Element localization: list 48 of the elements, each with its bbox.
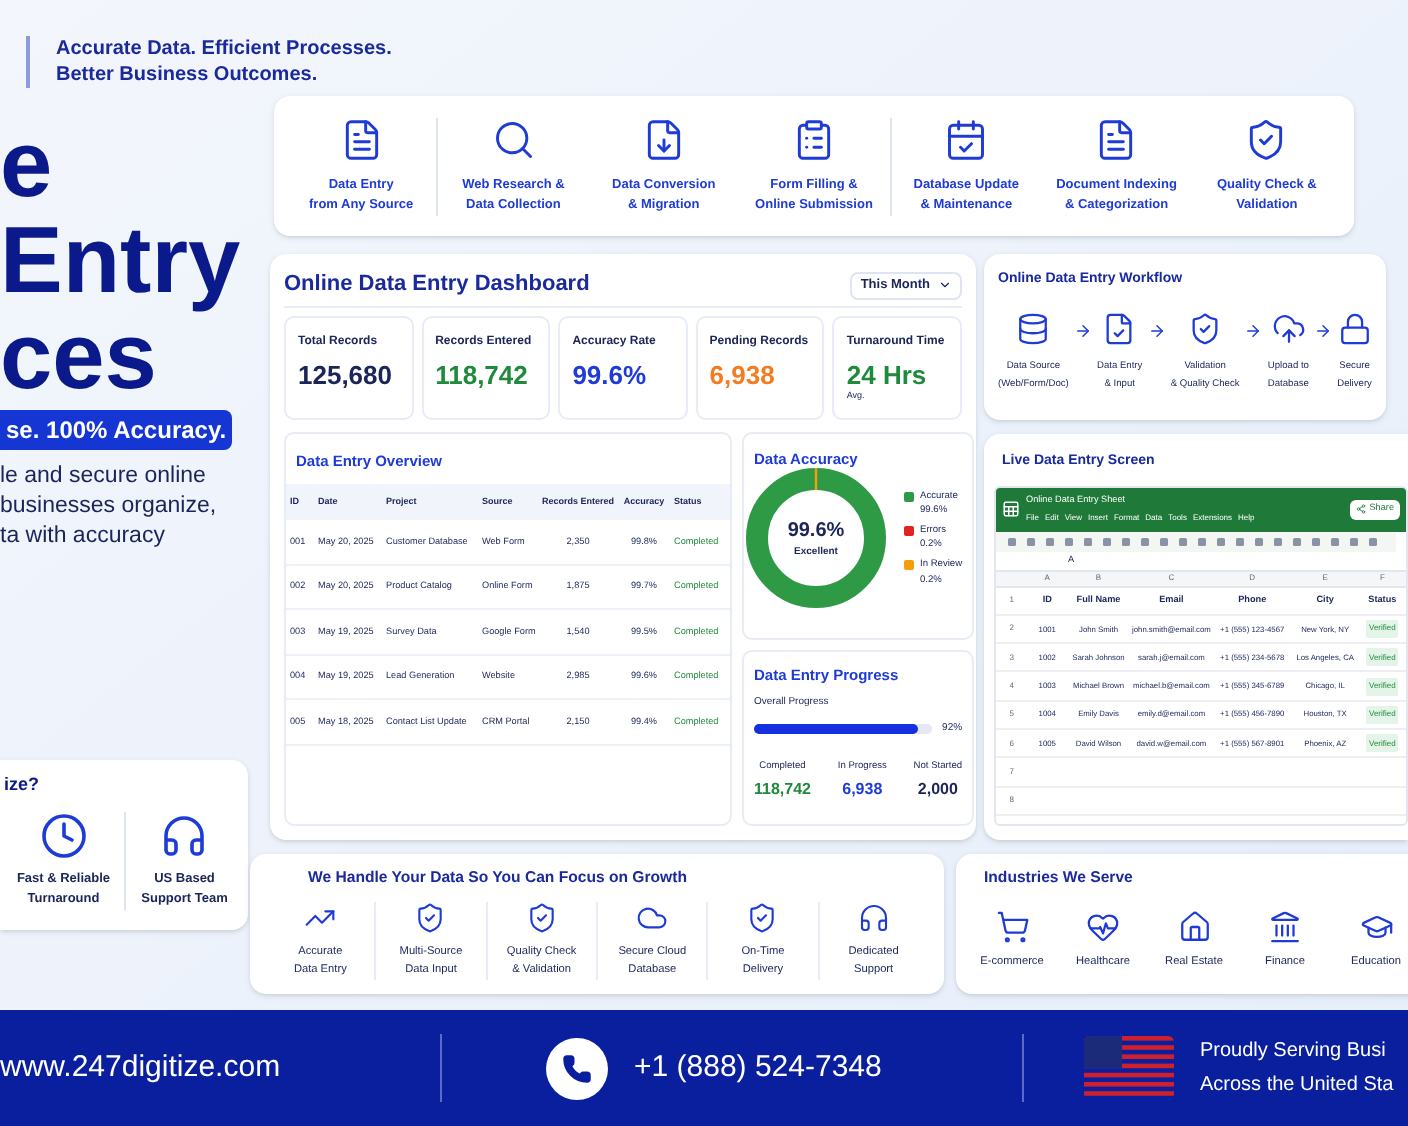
hero-title-line: ces [0, 308, 157, 404]
share-icon [1355, 504, 1366, 514]
stat-value: 118,742 [435, 360, 528, 390]
us-flag-icon [1084, 1036, 1174, 1100]
database-icon [1016, 311, 1051, 345]
shield-check-icon [525, 901, 558, 934]
heart-pulse-icon [1086, 909, 1120, 944]
footer-phone[interactable]: +1 (888) 524-7348 [634, 1045, 882, 1091]
arrow-icon [1073, 321, 1092, 339]
donut-center-value: 99.6% [787, 518, 845, 546]
clock-icon [39, 811, 88, 859]
shield-check-icon [1188, 311, 1223, 345]
headset-icon [857, 901, 890, 934]
bank-icon [1268, 909, 1302, 944]
hero-title-line: Entry [0, 212, 241, 308]
arrow-icon [1147, 321, 1166, 339]
stat-value: 99.6% [572, 360, 647, 390]
calendar-check-icon [944, 117, 989, 161]
footer-serving-text: Proudly Serving Busi Across the United Sta [1200, 1038, 1394, 1100]
stat-value: 6,938 [709, 360, 775, 390]
headset-icon [160, 811, 209, 859]
tagline-line: Better Business Outcomes. [56, 62, 320, 88]
lock-icon [1337, 311, 1372, 345]
dashboard-title: Online Data Entry Dashboard [284, 270, 590, 301]
file-check-icon [1102, 311, 1137, 345]
hero-title-line: e [0, 116, 53, 212]
arrow-icon [1314, 321, 1333, 339]
chevron-down-icon [938, 278, 952, 292]
sheet-icon [1002, 500, 1020, 518]
shield-icon [414, 901, 447, 934]
progress-stat-value: 2,000 [917, 778, 958, 803]
cart-icon [995, 909, 1029, 944]
hero-badge: se. 100% Accuracy. [0, 410, 233, 450]
why-card-title: ize? [4, 772, 40, 798]
progress-stat-value: 118,742 [754, 778, 811, 803]
stat-value: 24 Hrs [846, 360, 927, 390]
footer-website[interactable]: www.247digitize.com [0, 1045, 440, 1091]
stat-value: 125,680 [298, 360, 392, 390]
arrow-icon [1244, 321, 1263, 339]
donut-chart-drawing [746, 468, 886, 609]
progress-stat-value: 6,938 [842, 778, 883, 803]
house-icon [1177, 909, 1211, 944]
shield-check-icon [746, 901, 779, 934]
cloud-upload-icon [1271, 311, 1306, 345]
hero-description: le and secure online businesses organize, ta with accuracy [0, 462, 217, 552]
phone-icon [546, 1037, 608, 1099]
tagline-line: Accurate Data. Efficient Processes. [56, 36, 392, 62]
search-icon [491, 117, 536, 161]
